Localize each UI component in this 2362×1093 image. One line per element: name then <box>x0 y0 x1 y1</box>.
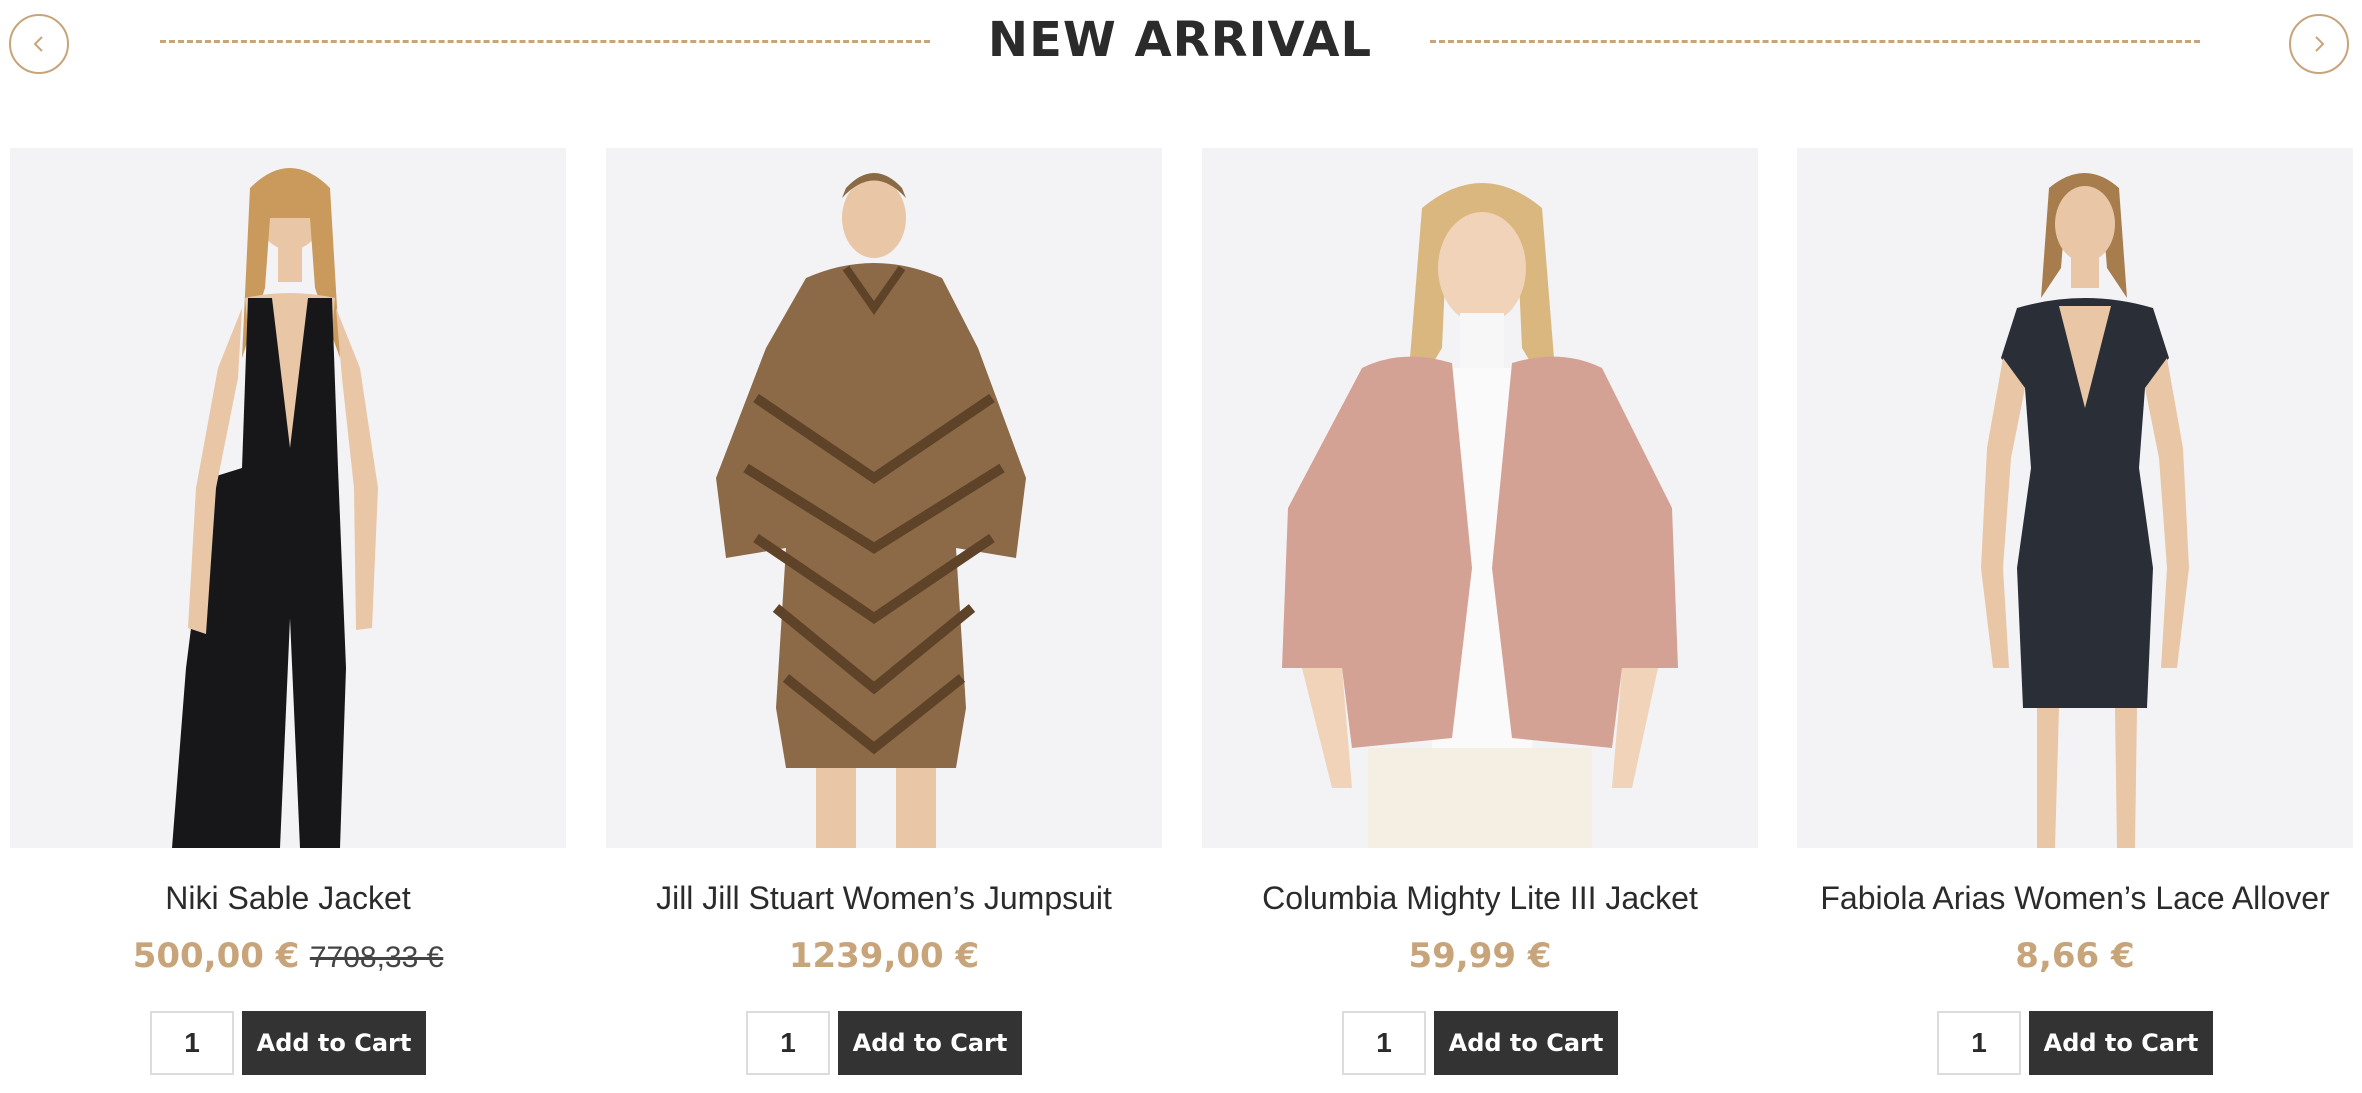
quantity-input[interactable] <box>1937 1011 2021 1075</box>
title-divider-left <box>160 40 930 43</box>
fur-coat-image <box>716 173 1026 848</box>
product-image[interactable] <box>1797 148 2353 848</box>
product-card: Jill Jill Stuart Women’s Jumpsuit 1239,0… <box>606 148 1162 1093</box>
price-row: 500,00 € 7708,33 € <box>10 934 566 985</box>
price-row: 8,66 € <box>1797 934 2353 985</box>
chevron-right-icon <box>2315 36 2325 52</box>
price-row: 59,99 € <box>1202 934 1758 985</box>
carousel-next-button[interactable] <box>2289 14 2349 74</box>
product-name[interactable]: Columbia Mighty Lite III Jacket <box>1202 878 1758 918</box>
product-price: 500,00 € <box>132 936 300 976</box>
product-price: 59,99 € <box>1408 936 1552 976</box>
product-card: Fabiola Arias Women’s Lace Allover 8,66 … <box>1797 148 2353 1093</box>
add-to-cart-button[interactable]: Add to Cart <box>242 1011 426 1075</box>
product-name[interactable]: Niki Sable Jacket <box>10 878 566 918</box>
product-price: 1239,00 € <box>788 936 980 976</box>
product-image[interactable] <box>1202 148 1758 848</box>
quantity-input[interactable] <box>1342 1011 1426 1075</box>
product-price: 8,66 € <box>2015 936 2135 976</box>
product-name[interactable]: Fabiola Arias Women’s Lace Allover <box>1797 878 2353 918</box>
new-arrival-section: NEW ARRIVAL Niki Sable Jacket 500,00 € 7… <box>0 0 2362 1093</box>
title-divider-right <box>1430 40 2200 43</box>
add-to-cart-button[interactable]: Add to Cart <box>838 1011 1022 1075</box>
jumpsuit-image <box>172 168 378 848</box>
product-card: Niki Sable Jacket 500,00 € 7708,33 € Add… <box>10 148 566 1093</box>
chevron-left-icon <box>33 36 43 52</box>
faux-fur-jacket-image <box>1282 183 1678 848</box>
add-to-cart-button[interactable]: Add to Cart <box>1434 1011 1618 1075</box>
section-title: NEW ARRIVAL <box>987 12 1373 68</box>
carousel-prev-button[interactable] <box>9 14 69 74</box>
cart-row: Add to Cart <box>10 1011 566 1075</box>
add-to-cart-button[interactable]: Add to Cart <box>2029 1011 2213 1075</box>
product-card: Columbia Mighty Lite III Jacket 59,99 € … <box>1202 148 1758 1093</box>
cart-row: Add to Cart <box>1202 1011 1758 1075</box>
product-image[interactable] <box>10 148 566 848</box>
product-image[interactable] <box>606 148 1162 848</box>
price-row: 1239,00 € <box>606 934 1162 985</box>
quantity-input[interactable] <box>746 1011 830 1075</box>
product-old-price: 7708,33 € <box>309 941 444 974</box>
cart-row: Add to Cart <box>1797 1011 2353 1075</box>
quantity-input[interactable] <box>150 1011 234 1075</box>
product-name[interactable]: Jill Jill Stuart Women’s Jumpsuit <box>606 878 1162 918</box>
cart-row: Add to Cart <box>606 1011 1162 1075</box>
sequin-dress-image <box>1981 173 2189 848</box>
